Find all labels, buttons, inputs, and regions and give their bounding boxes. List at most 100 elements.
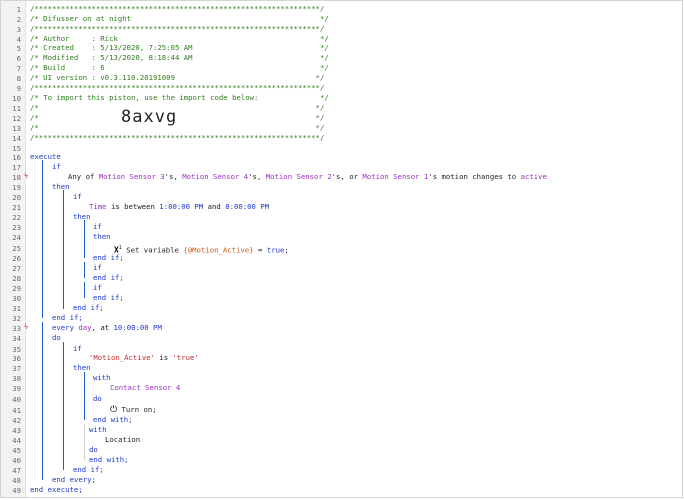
line-number: 17	[12, 163, 21, 172]
comment-modified: /* Modified : 5/13/2020, 8:18:44 AM */	[30, 53, 329, 62]
with-keyword[interactable]: with	[93, 373, 111, 383]
line-number: 41	[12, 406, 21, 415]
block-bracket-disabled	[84, 424, 85, 460]
end-if-keyword[interactable]: end if;	[93, 253, 124, 263]
line-number: 23	[12, 223, 21, 232]
line-number: 1	[16, 5, 21, 14]
equals-text: =	[253, 245, 267, 255]
comment-created: /* Created : 5/13/2020, 7:25:05 AM */	[30, 43, 329, 52]
poss-text: 's,	[164, 172, 183, 181]
every-statement[interactable]: every day, at 10:00:00 PM	[52, 323, 162, 333]
do-keyword[interactable]: do	[93, 394, 102, 404]
block-bracket	[84, 372, 85, 420]
line-number: 8	[16, 74, 21, 83]
location-text[interactable]: Location	[105, 435, 140, 445]
line-number: 24	[12, 233, 21, 242]
line-number: 22	[12, 213, 21, 222]
trigger-bolt-icon: ϟ	[24, 172, 29, 180]
comment-ui-version: /* UI version : v0.3.110.20191009 */	[30, 73, 325, 82]
line-number: 39	[12, 384, 21, 393]
end-execute-keyword[interactable]: end execute;	[30, 485, 83, 495]
line-number: 19	[12, 183, 21, 192]
line-number: 32	[12, 314, 21, 323]
and-text: and	[203, 202, 226, 211]
every-time: 10:00:00 PM	[113, 323, 162, 332]
line-number: 27	[12, 264, 21, 273]
if-keyword[interactable]: if	[73, 344, 82, 354]
line-number: 31	[12, 304, 21, 313]
comment-stars: /***************************************…	[30, 133, 325, 142]
set-variable-statement[interactable]: X1 Set variable {@Motion_Active} = true;	[114, 243, 289, 255]
line-number: 6	[16, 54, 21, 63]
device-motion-sensor-1: Motion Sensor 1	[362, 172, 429, 181]
end-if-keyword[interactable]: end if;	[93, 273, 124, 283]
is-text: is	[154, 353, 173, 362]
true-string: 'true'	[172, 353, 199, 362]
with-keyword[interactable]: with	[89, 425, 107, 435]
line-number: 36	[12, 354, 21, 363]
end-if-keyword[interactable]: end if;	[52, 313, 83, 323]
condition-variable[interactable]: 'Motion_Active' is 'true'	[89, 353, 199, 363]
block-bracket	[63, 190, 64, 309]
import-code[interactable]: 8axvg	[121, 107, 177, 127]
variable-value: true	[266, 245, 285, 255]
any-of-text: Any of	[68, 172, 99, 181]
block-bracket	[42, 322, 43, 480]
end-every-keyword[interactable]: end every;	[52, 475, 96, 485]
if-keyword[interactable]: if	[73, 192, 82, 202]
if-keyword[interactable]: if	[52, 162, 61, 172]
end-if-keyword[interactable]: end if;	[73, 465, 104, 475]
line-number: 34	[12, 334, 21, 343]
block-bracket	[63, 342, 64, 470]
if-keyword[interactable]: if	[93, 283, 102, 293]
line-number: 46	[12, 456, 21, 465]
then-keyword[interactable]: then	[73, 212, 91, 222]
then-keyword[interactable]: then	[73, 363, 91, 373]
turn-on-text: Turn on;	[117, 405, 157, 414]
block-bracket	[84, 282, 85, 298]
if-keyword[interactable]: if	[93, 263, 102, 273]
variable-name: {@Motion_Active}	[183, 245, 254, 255]
line-number: 43	[12, 426, 21, 435]
end-with-keyword[interactable]: end with;	[93, 415, 133, 425]
line-number: 44	[12, 436, 21, 445]
set-variable-text: Set variable	[121, 245, 184, 255]
line-number: 26	[12, 254, 21, 263]
line-number: 20	[12, 193, 21, 202]
line-number: 48	[12, 476, 21, 485]
end-if-keyword[interactable]: end if;	[73, 303, 104, 313]
do-keyword[interactable]: do	[52, 333, 61, 343]
is-between-text: is between	[106, 202, 160, 211]
condition-time[interactable]: Time is between 1:00:00 PM and 8:00:00 P…	[89, 202, 269, 212]
time-start: 1:00:00 PM	[159, 202, 204, 211]
line-number: 49	[12, 486, 21, 495]
motion-active-string: 'Motion_Active'	[89, 353, 155, 362]
comment-build: /* Build : 6 */	[30, 63, 329, 72]
device-contact-sensor-4[interactable]: Contact Sensor 4	[110, 383, 180, 393]
line-number: 30	[12, 294, 21, 303]
line-number: 13	[12, 124, 21, 133]
line-number-gutter: 1 2 3 4 5 6 7 8 9 10 11 12 13 14 15 16 17 18 19 20 21 22 23 24 2…	[1, 1, 26, 497]
motion-changes-text: 's motion changes to	[428, 172, 521, 181]
condition-motion[interactable]: Any of Motion Sensor 3's, Motion Sensor …	[68, 172, 547, 182]
then-keyword[interactable]: then	[52, 182, 70, 192]
line-number: 38	[12, 374, 21, 383]
if-keyword[interactable]: if	[93, 222, 102, 232]
line-number: 16	[12, 153, 21, 162]
line-number: 28	[12, 274, 21, 283]
then-keyword[interactable]: then	[93, 232, 111, 242]
line-number: 7	[16, 64, 21, 73]
poss-text: 's,	[248, 172, 266, 181]
do-keyword[interactable]: do	[89, 445, 98, 455]
line-number: 37	[12, 364, 21, 373]
at-text: , at	[91, 323, 114, 332]
trigger-clock-icon: ϟ	[24, 323, 29, 331]
line-number: 47	[12, 466, 21, 475]
end-if-keyword[interactable]: end if;	[93, 293, 124, 303]
device-motion-sensor-2: Motion Sensor 2	[265, 172, 332, 181]
end-with-keyword[interactable]: end with;	[89, 455, 129, 465]
line-number: 3	[16, 25, 21, 34]
execute-keyword[interactable]: execute	[30, 152, 61, 162]
turn-on-command[interactable]: ⏻ Turn on;	[110, 405, 157, 415]
comment-import-note: /* To import this piston, use the import…	[30, 93, 329, 102]
